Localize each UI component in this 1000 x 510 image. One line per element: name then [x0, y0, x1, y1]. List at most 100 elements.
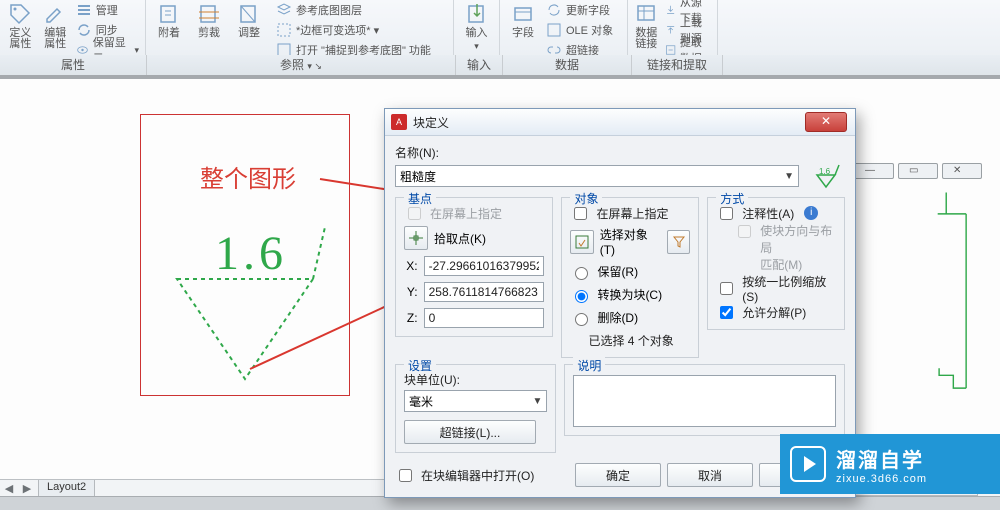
settings-fieldset: 设置 块单位(U): 毫米▼ 超链接(L)... — [395, 364, 556, 453]
z-label: Z: — [404, 311, 418, 325]
filter-icon — [672, 235, 686, 249]
chevron-down-icon: ▼ — [784, 171, 794, 182]
svg-text:1.6: 1.6 — [819, 167, 831, 176]
convert-radio[interactable]: 转换为块(C) — [570, 286, 690, 303]
sync-icon — [76, 22, 92, 38]
ribbon-group-link: 数据 链接 从源下载 上载到源 提取数据 — [628, 0, 718, 55]
select-objects-button[interactable] — [570, 230, 593, 254]
list-icon — [76, 2, 92, 18]
select-icon — [575, 235, 589, 249]
ribbon-panel-label: 参照 ▾ ↘ — [147, 55, 456, 75]
info-icon[interactable]: i — [804, 206, 818, 220]
open-in-editor-checkbox[interactable]: 在块编辑器中打开(O) — [395, 466, 534, 484]
behavior-fieldset: 方式 注释性(A)i 使块方向与布局 匹配(M) 按统一比例缩放(S) 允许分解… — [707, 197, 845, 330]
refresh-icon — [546, 2, 562, 18]
edit-icon — [43, 2, 67, 26]
adjust-button[interactable]: 调整 — [232, 2, 266, 39]
datalink-button[interactable]: 数据 链接 — [634, 2, 659, 50]
svg-text:1.6: 1.6 — [215, 227, 287, 280]
watermark-logo: 溜溜自学 zixue.3d66.com — [780, 434, 1000, 494]
frame-icon — [276, 22, 292, 38]
manage-attr-button[interactable]: 管理 — [76, 2, 139, 18]
roughness-symbol: 1.6 — [155, 199, 335, 389]
x-input[interactable] — [424, 256, 545, 276]
selection-count: 已选择 4 个对象 — [588, 332, 690, 349]
explode-checkbox[interactable]: 允许分解(P) — [716, 303, 836, 321]
ok-button[interactable]: 确定 — [575, 463, 661, 487]
dialog-close-button[interactable]: ✕ — [805, 112, 847, 132]
legend: 对象 — [570, 190, 602, 207]
import-button[interactable]: 输入▾ — [460, 2, 493, 52]
update-field-button[interactable]: 更新字段 — [546, 2, 613, 18]
z-input[interactable] — [424, 308, 545, 328]
mdi-close[interactable]: ✕ — [942, 163, 982, 179]
legend: 基点 — [404, 190, 436, 207]
pick-point-label: 拾取点(K) — [434, 230, 486, 247]
layers-icon — [276, 2, 292, 18]
name-label: 名称(N): — [395, 144, 845, 161]
unit-value: 毫米 — [409, 393, 433, 410]
y-label: Y: — [404, 285, 418, 299]
ribbon-group-ref: 附着 剪裁 调整 参考底图图层 *边框可变选项* ▾ 打开 "捕捉到参考底图" … — [146, 0, 454, 55]
download-icon — [665, 2, 676, 18]
ribbon-panel-label: 属性 — [0, 55, 147, 75]
description-textarea[interactable] — [573, 375, 836, 427]
legend: 设置 — [404, 357, 436, 374]
hyperlink-button[interactable]: 超链接(L)... — [404, 420, 536, 444]
dialog-titlebar[interactable]: A 块定义 ✕ — [385, 109, 855, 136]
ribbon-panel-label: 输入 — [456, 55, 503, 75]
play-icon — [790, 446, 826, 482]
y-input[interactable] — [424, 282, 545, 302]
attach-button[interactable]: 附着 — [152, 2, 186, 39]
ribbon-panel-label: 链接和提取 — [632, 55, 723, 75]
name-value: 粗糙度 — [400, 168, 436, 185]
legend: 说明 — [573, 357, 605, 374]
layout-tab[interactable]: Layout2 — [38, 480, 95, 497]
ribbon: 定义 属性 编辑 属性 管理 同步 保留显示▾ 附着 剪裁 调整 参考底图图层 — [0, 0, 1000, 76]
crosshair-icon — [409, 231, 423, 245]
objects-fieldset: 对象 在屏幕上指定 选择对象(T) 保留(R) 转换为块(C) 删除(D) 已选… — [561, 197, 699, 358]
chevron-down-icon: ▼ — [532, 396, 542, 407]
app-icon: A — [391, 114, 407, 130]
logo-subtitle: zixue.3d66.com — [836, 473, 927, 485]
name-combo[interactable]: 粗糙度 ▼ — [395, 165, 799, 187]
ole-icon — [546, 22, 562, 38]
mdi-minimize[interactable]: — — [854, 163, 894, 179]
logo-title: 溜溜自学 — [836, 444, 927, 473]
upload-icon — [665, 22, 676, 38]
select-objects-label: 选择对象(T) — [600, 226, 661, 257]
ole-button[interactable]: OLE 对象 — [546, 22, 613, 38]
orient-checkbox: 使块方向与布局 匹配(M) — [734, 222, 836, 273]
tag-icon — [8, 2, 32, 26]
scale-checkbox[interactable]: 按统一比例缩放(S) — [716, 279, 836, 297]
field-button[interactable]: 字段 — [506, 2, 540, 39]
ribbon-group-attrs: 定义 属性 编辑 属性 管理 同步 保留显示▾ — [0, 0, 146, 55]
layout-scroll-left[interactable]: ◀ — [0, 482, 18, 495]
quick-select-button[interactable] — [667, 230, 690, 254]
cancel-button[interactable]: 取消 — [667, 463, 753, 487]
edit-attr-button[interactable]: 编辑 属性 — [41, 2, 70, 50]
import-icon — [465, 2, 489, 26]
unit-combo[interactable]: 毫米 ▼ — [404, 390, 547, 412]
clip-button[interactable]: 剪裁 — [192, 2, 226, 39]
field-icon — [511, 2, 535, 26]
ribbon-panel-label: 数据 — [503, 55, 632, 75]
annotation-label: 整个图形 — [200, 159, 296, 194]
ribbon-group-import: 输入▾ — [454, 0, 500, 55]
attach-icon — [157, 2, 181, 26]
underlay-layers-button[interactable]: 参考底图图层 — [276, 2, 431, 18]
pick-point-button[interactable] — [404, 226, 428, 250]
block-preview: 1.6 — [811, 161, 845, 191]
background-geometry — [882, 189, 982, 445]
layout-scroll-right[interactable]: ▶ — [18, 482, 36, 495]
retain-radio[interactable]: 保留(R) — [570, 263, 690, 280]
dialog-title: 块定义 — [413, 114, 449, 131]
frame-opt-button[interactable]: *边框可变选项* ▾ — [276, 22, 431, 38]
mdi-restore[interactable]: ▭ — [898, 163, 938, 179]
adjust-icon — [237, 2, 261, 26]
datalink-icon — [634, 2, 658, 26]
delete-radio[interactable]: 删除(D) — [570, 309, 690, 326]
x-label: X: — [404, 259, 418, 273]
description-fieldset: 说明 — [564, 364, 845, 436]
define-attr-button[interactable]: 定义 属性 — [6, 2, 35, 50]
